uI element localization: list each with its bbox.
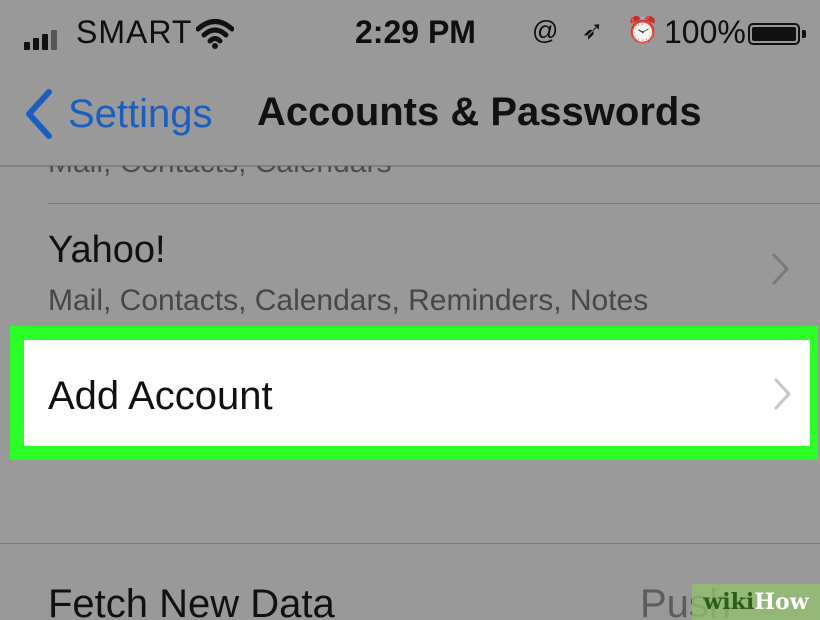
settings-screen: SMART 2:29 PM @ ➶ ⏰ 100% Settings Accoun… [0, 0, 820, 620]
yahoo-chevron-icon [772, 253, 789, 285]
battery-percentage: 100% [664, 14, 746, 50]
clipped-account-cell[interactable]: Mail, Contacts, Calendars [0, 166, 820, 204]
clipped-account-subtitle: Mail, Contacts, Calendars [48, 166, 391, 180]
add-account-button[interactable]: Add Account [24, 340, 810, 446]
yahoo-account-cell[interactable]: Yahoo! Mail, Contacts, Calendars, Remind… [0, 204, 820, 326]
section-gap [0, 460, 820, 544]
navigation-bar: Settings Accounts & Passwords [0, 64, 820, 167]
yahoo-account-title: Yahoo! [48, 229, 166, 271]
signal-strength-icon [24, 30, 57, 50]
battery-icon [748, 23, 800, 45]
page-title: Accounts & Passwords [257, 90, 702, 134]
yahoo-account-subtitle: Mail, Contacts, Calendars, Reminders, No… [48, 284, 649, 317]
back-chevron-icon [26, 89, 52, 139]
status-icons: @ ➶ ⏰ [532, 15, 667, 45]
wifi-icon [196, 19, 234, 49]
watermark-how: How [754, 589, 809, 615]
add-account-chevron-icon [774, 378, 791, 410]
status-bar: SMART 2:29 PM @ ➶ ⏰ 100% [0, 0, 820, 64]
back-button[interactable]: Settings [24, 88, 213, 140]
add-account-label: Add Account [48, 374, 273, 418]
watermark-wiki: wiki [703, 589, 755, 615]
carrier-name: SMART [76, 14, 193, 50]
wikihow-watermark: wiki How [692, 584, 820, 620]
fetch-new-data-label: Fetch New Data [48, 582, 335, 620]
status-time: 2:29 PM [355, 14, 476, 50]
back-label: Settings [68, 91, 213, 136]
battery-tip [802, 30, 806, 38]
